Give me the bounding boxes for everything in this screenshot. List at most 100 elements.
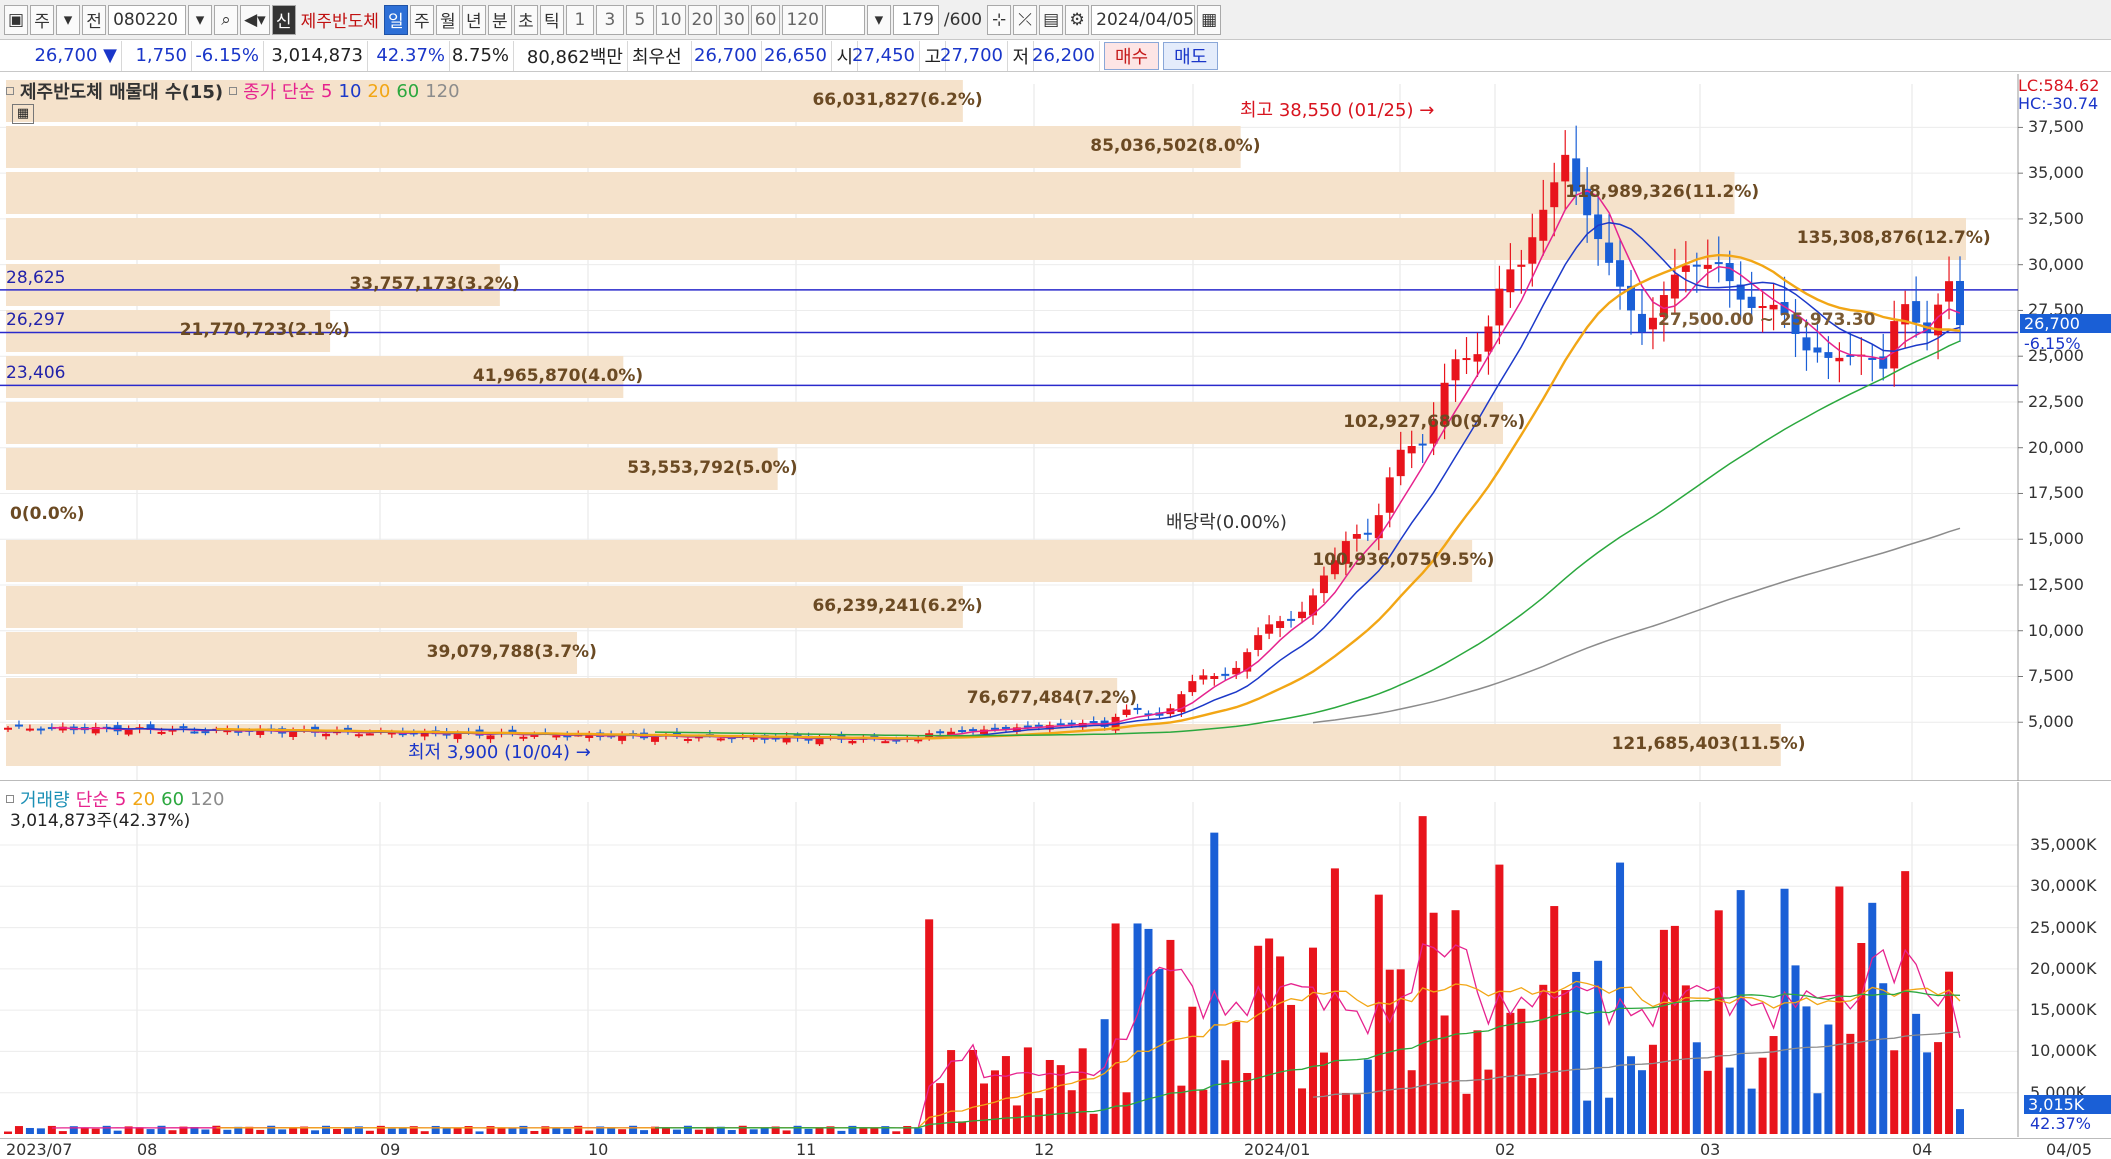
volume-bar	[804, 1128, 813, 1134]
volume-bar	[420, 1131, 429, 1134]
period-tick[interactable]: 틱	[539, 4, 564, 35]
volume-y-tick: 10,000K	[2030, 1041, 2097, 1061]
candle-body	[124, 729, 133, 735]
candle-body	[1265, 624, 1274, 634]
interval-30[interactable]: 30	[719, 4, 749, 35]
interval-10[interactable]: 10	[655, 4, 686, 35]
price-y-tick: 20,000	[2028, 437, 2084, 457]
period-year[interactable]: 년	[461, 4, 486, 35]
ma5-legend: 5	[321, 80, 333, 102]
period-day[interactable]: 일	[383, 4, 408, 35]
volume-bar	[431, 1125, 440, 1134]
volume-bar	[925, 919, 934, 1134]
volume-bar	[1605, 1097, 1614, 1134]
candle-body	[1769, 304, 1778, 310]
interval-20[interactable]: 20	[687, 4, 718, 35]
volume-y-tick: 15,000K	[2030, 1000, 2097, 1020]
candle-body	[1605, 242, 1614, 263]
volume-bar	[1363, 1059, 1372, 1134]
volume-profile-label: 66,031,827(6.2%)	[812, 90, 983, 110]
volume-bar	[25, 1127, 34, 1134]
prev-button[interactable]: 전	[82, 4, 107, 35]
low-value: 26,200	[1032, 40, 1100, 71]
volume-current-pct-tag: 42.37%	[2030, 1114, 2092, 1133]
table-icon[interactable]: ▦	[12, 104, 34, 124]
volume-bar	[892, 1131, 901, 1134]
mode-select[interactable]: 주	[30, 4, 55, 35]
candle-body	[1352, 534, 1361, 539]
period-week[interactable]: 주	[409, 4, 434, 35]
count-input[interactable]: 179	[892, 4, 939, 35]
volume-profile-label: 53,553,792(5.0%)	[627, 458, 798, 478]
ma120-legend: 120	[425, 80, 460, 102]
volume-bar	[1023, 1047, 1032, 1134]
layout-icon[interactable]: ▣	[4, 4, 29, 35]
volume-bar	[58, 1131, 67, 1134]
volume-y-tick: 35,000K	[2030, 835, 2097, 855]
candle-body	[190, 731, 199, 734]
gear-icon[interactable]: ⚙	[1065, 4, 1090, 35]
volume-bar	[1276, 956, 1285, 1134]
price-y-tick: 35,000	[2028, 163, 2084, 183]
volume-bar	[1846, 1033, 1855, 1134]
chevron-down-icon[interactable]: ▾	[866, 4, 891, 35]
volume-bar	[508, 1128, 517, 1134]
date-input[interactable]: 2024/04/05	[1091, 4, 1196, 35]
interval-3[interactable]: 3	[595, 4, 624, 35]
draw-tool-icon[interactable]: ⤫	[1013, 4, 1038, 35]
speaker-icon[interactable]: ◀▾	[240, 4, 270, 35]
period-minute[interactable]: 분	[487, 4, 512, 35]
interval-custom-input[interactable]	[824, 4, 865, 35]
volume-profile-label: 76,677,484(7.2%)	[966, 688, 1137, 708]
candle-body	[1813, 347, 1822, 353]
volume-bar	[563, 1128, 572, 1134]
volume-bar	[1714, 910, 1723, 1134]
volume-bar	[1659, 929, 1668, 1134]
volume-bar	[1912, 1013, 1921, 1134]
period-second[interactable]: 초	[513, 4, 538, 35]
dropdown-icon[interactable]: ▾	[56, 4, 81, 35]
candle-body	[1451, 359, 1460, 381]
volume-chart[interactable]	[0, 782, 2111, 1137]
candle-body	[958, 730, 967, 733]
interval-5[interactable]: 5	[625, 4, 654, 35]
dividend-annotation: 배당락(0.00%)	[1166, 512, 1287, 533]
volume-bar	[278, 1129, 287, 1134]
volume-bar	[332, 1129, 341, 1134]
candle-body	[322, 733, 331, 737]
volume-bar	[1956, 1109, 1964, 1134]
volume-profile-label: 66,239,241(6.2%)	[812, 596, 983, 616]
buy-button[interactable]: 매수	[1104, 41, 1160, 70]
search-icon[interactable]: ⌕	[214, 4, 239, 35]
volume-profile-bar	[6, 126, 1241, 168]
volume-bar	[91, 1128, 100, 1134]
price-y-tick: 10,000	[2028, 620, 2084, 640]
calendar-icon[interactable]: ▦	[1197, 4, 1222, 35]
volume-bar	[1879, 983, 1888, 1134]
save-icon[interactable]: ▤	[1039, 4, 1064, 35]
low-label: 저	[1008, 40, 1034, 71]
volume-bar	[1122, 1092, 1131, 1134]
crosshair-icon[interactable]: ⊹	[987, 4, 1012, 35]
interval-120[interactable]: 120	[782, 4, 823, 35]
candle-body	[1703, 264, 1712, 269]
volume-bar	[1923, 1052, 1932, 1134]
horizontal-line-label: 23,406	[6, 363, 66, 384]
volume-bar	[738, 1125, 747, 1134]
candle-body	[1956, 280, 1964, 326]
period-month[interactable]: 월	[435, 4, 460, 35]
candle-body	[1912, 301, 1921, 323]
volume-bar	[782, 1130, 791, 1134]
interval-60[interactable]: 60	[750, 4, 781, 35]
candle-body	[1539, 209, 1548, 241]
volume-bar	[1221, 1060, 1230, 1134]
sell-button[interactable]: 매도	[1163, 41, 1219, 70]
candle-body	[1418, 443, 1427, 446]
volume-bar	[793, 1125, 802, 1134]
candle-body	[1396, 449, 1405, 477]
volume-bar	[365, 1130, 374, 1134]
interval-1[interactable]: 1	[565, 4, 594, 35]
chevron-down-icon[interactable]: ▾	[188, 4, 213, 35]
stock-code-input[interactable]: 080220	[108, 4, 187, 35]
price-chart[interactable]	[0, 74, 2111, 781]
